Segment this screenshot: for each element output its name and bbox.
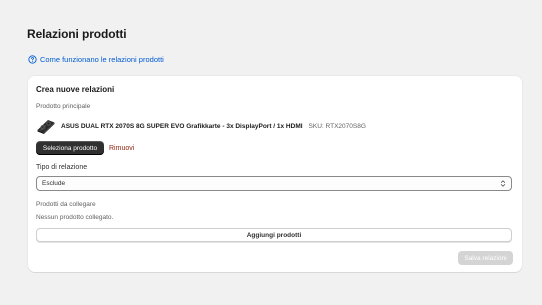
card-title: Crea nuove relazioni <box>36 85 115 94</box>
relation-type-label: Tipo di relazione <box>36 164 88 171</box>
select-product-button[interactable]: Seleziona prodotto <box>36 141 104 155</box>
page-title: Relazioni prodotti <box>27 27 127 41</box>
selected-product: ASUS DUAL RTX 2070S 8G SUPER EVO Grafikk… <box>36 116 366 136</box>
product-thumbnail <box>36 116 56 136</box>
save-relations-button[interactable]: Salva relazioni <box>458 251 513 265</box>
remove-product-button[interactable]: Rimuovi <box>109 141 134 155</box>
relation-type-select[interactable]: Esclude <box>36 176 512 191</box>
question-circle-icon <box>28 55 37 64</box>
linked-products-label: Prodotti da collegare <box>36 201 96 208</box>
product-name: ASUS DUAL RTX 2070S 8G SUPER EVO Grafikk… <box>61 122 303 130</box>
product-sku: SKU: RTX2070S8G <box>308 122 366 130</box>
create-relations-card: Crea nuove relazioni Prodotto principale… <box>28 76 522 272</box>
add-products-button[interactable]: Aggiungi prodotti <box>36 228 512 242</box>
relation-type-value: Esclude <box>42 180 66 187</box>
help-link[interactable]: Come funzionano le relazioni prodotti <box>28 55 164 64</box>
help-link-label: Come funzionano le relazioni prodotti <box>40 55 164 64</box>
chevron-up-down-icon <box>499 179 507 190</box>
main-product-label: Prodotto principale <box>36 103 91 110</box>
empty-linked-products-text: Nessun prodotto collegato. <box>36 214 114 221</box>
